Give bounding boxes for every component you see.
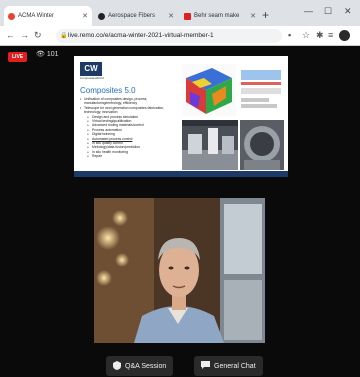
minimize-icon[interactable]: —	[304, 6, 313, 16]
fuselage-image	[240, 120, 284, 170]
forward-icon[interactable]: →	[20, 30, 29, 40]
simulation-image	[182, 64, 236, 116]
event-stream-page: LIVE 👁 101 CW CompositesWorld Composites…	[0, 46, 360, 377]
bullet: Unification of composites design, proces…	[80, 97, 180, 106]
back-icon[interactable]: ←	[6, 30, 15, 40]
general-chat-label: General Chat	[214, 362, 256, 370]
reload-icon[interactable]: ↻	[34, 30, 42, 41]
tab-acma[interactable]: ACMA Winter ✕	[4, 6, 92, 26]
simulation-chart-image	[238, 64, 284, 116]
presentation-slide: CW CompositesWorld Composites 5.0 Unific…	[74, 56, 288, 177]
extension-icon[interactable]: ▪	[288, 30, 291, 40]
close-icon[interactable]: ✕	[165, 12, 174, 20]
maximize-icon[interactable]: ☐	[324, 6, 332, 17]
eye-icon: 👁	[36, 51, 45, 58]
logo: CW	[80, 62, 102, 76]
tab-label: ACMA Winter	[18, 13, 55, 19]
menu-icon[interactable]: ≡	[328, 30, 333, 40]
viewer-count: 👁 101	[36, 51, 59, 58]
url-text: live.remo.co/e/acma-winter-2021-virtual-…	[68, 32, 214, 39]
slide-title: Composites 5.0	[80, 86, 136, 95]
bullet: Telescope for next generation composites…	[80, 106, 180, 115]
tab-aerospace[interactable]: Aerospace Fibers ✕	[94, 6, 178, 26]
tab-behr[interactable]: Behr seam make ✕	[180, 6, 260, 26]
address-toolbar: ← → ↻ 🔒 live.remo.co/e/acma-winter-2021-…	[0, 26, 360, 46]
general-chat-button[interactable]: General Chat	[194, 356, 263, 376]
close-icon[interactable]: ✕	[247, 12, 256, 20]
qa-session-label: Q&A Session	[125, 362, 167, 370]
avatar[interactable]	[339, 30, 350, 41]
qa-session-button[interactable]: Q&A Session	[106, 356, 174, 376]
bullet: Repair	[80, 154, 180, 159]
address-field[interactable]: 🔒 live.remo.co/e/acma-winter-2021-virtua…	[56, 29, 282, 43]
puzzle-icon[interactable]: ✱	[316, 30, 324, 41]
window-close-icon[interactable]: ✕	[344, 6, 352, 17]
bookmark-star-icon[interactable]: ☆	[302, 30, 310, 41]
live-badge: LIVE	[8, 52, 28, 62]
tab-favicon-icon	[8, 12, 15, 20]
slide-footer-bar	[74, 171, 288, 177]
presenter-video	[94, 198, 265, 343]
lock-icon: 🔒	[60, 33, 68, 39]
slide-bullets: Unification of composites design, proces…	[80, 97, 180, 159]
shield-icon	[113, 360, 121, 372]
factory-image	[182, 120, 238, 170]
new-tab-icon[interactable]: +	[262, 8, 269, 22]
tab-favicon-icon	[98, 12, 105, 20]
close-icon[interactable]: ✕	[79, 12, 88, 20]
tab-favicon-icon	[184, 12, 191, 20]
tab-label: Aerospace Fibers	[108, 13, 156, 19]
browser-tab-bar: ACMA Winter ✕ Aerospace Fibers ✕ Behr se…	[0, 0, 360, 26]
chat-icon	[201, 360, 210, 372]
logo-subtitle: CompositesWorld	[80, 76, 104, 80]
tab-label: Behr seam make	[194, 13, 240, 19]
